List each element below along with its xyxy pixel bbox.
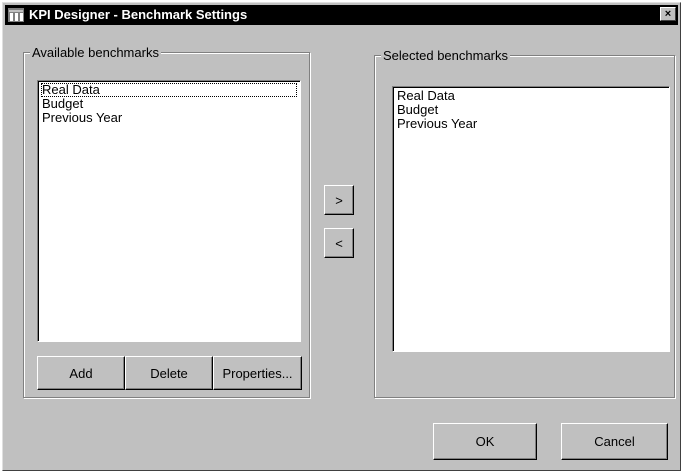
- dialog-window: KPI Designer - Benchmark Settings × Avai…: [2, 2, 681, 471]
- available-benchmarks-list[interactable]: Real Data Budget Previous Year: [37, 80, 301, 342]
- list-item[interactable]: Previous Year: [41, 111, 297, 125]
- available-benchmarks-label: Available benchmarks: [30, 45, 161, 60]
- selected-benchmarks-list[interactable]: Real Data Budget Previous Year: [392, 86, 670, 352]
- selected-benchmarks-group: Selected benchmarks Real Data Budget Previ…: [374, 48, 675, 398]
- chevron-right-icon: >: [335, 192, 343, 208]
- close-button[interactable]: ×: [660, 7, 676, 21]
- ok-button-label: OK: [475, 434, 495, 449]
- selected-benchmarks-label: Selected benchmarks: [381, 48, 511, 63]
- title-bar[interactable]: KPI Designer - Benchmark Settings ×: [5, 5, 678, 25]
- list-item[interactable]: Real Data: [41, 83, 297, 97]
- properties-button-label: Properties...: [222, 365, 293, 381]
- remove-from-selected-button[interactable]: <: [324, 228, 354, 258]
- window-title: KPI Designer - Benchmark Settings: [29, 7, 248, 22]
- ok-button[interactable]: OK: [433, 423, 537, 460]
- cancel-button[interactable]: Cancel: [561, 423, 668, 460]
- list-item[interactable]: Real Data: [396, 89, 666, 103]
- list-item[interactable]: Previous Year: [396, 117, 666, 131]
- close-icon: ×: [664, 8, 672, 20]
- kpi-designer-app-icon: [8, 8, 24, 22]
- add-to-selected-button[interactable]: >: [324, 185, 354, 215]
- list-item[interactable]: Budget: [396, 103, 666, 117]
- delete-button-label: Delete: [150, 365, 188, 381]
- add-button-label: Add: [69, 365, 93, 381]
- chevron-left-icon: <: [335, 235, 343, 251]
- available-benchmarks-group: Available benchmarks Real Data Budget Prev…: [23, 45, 310, 398]
- list-item[interactable]: Budget: [41, 97, 297, 111]
- add-button[interactable]: Add: [37, 356, 125, 390]
- cancel-button-label: Cancel: [594, 434, 635, 449]
- properties-button[interactable]: Properties...: [213, 356, 302, 390]
- delete-button[interactable]: Delete: [125, 356, 213, 390]
